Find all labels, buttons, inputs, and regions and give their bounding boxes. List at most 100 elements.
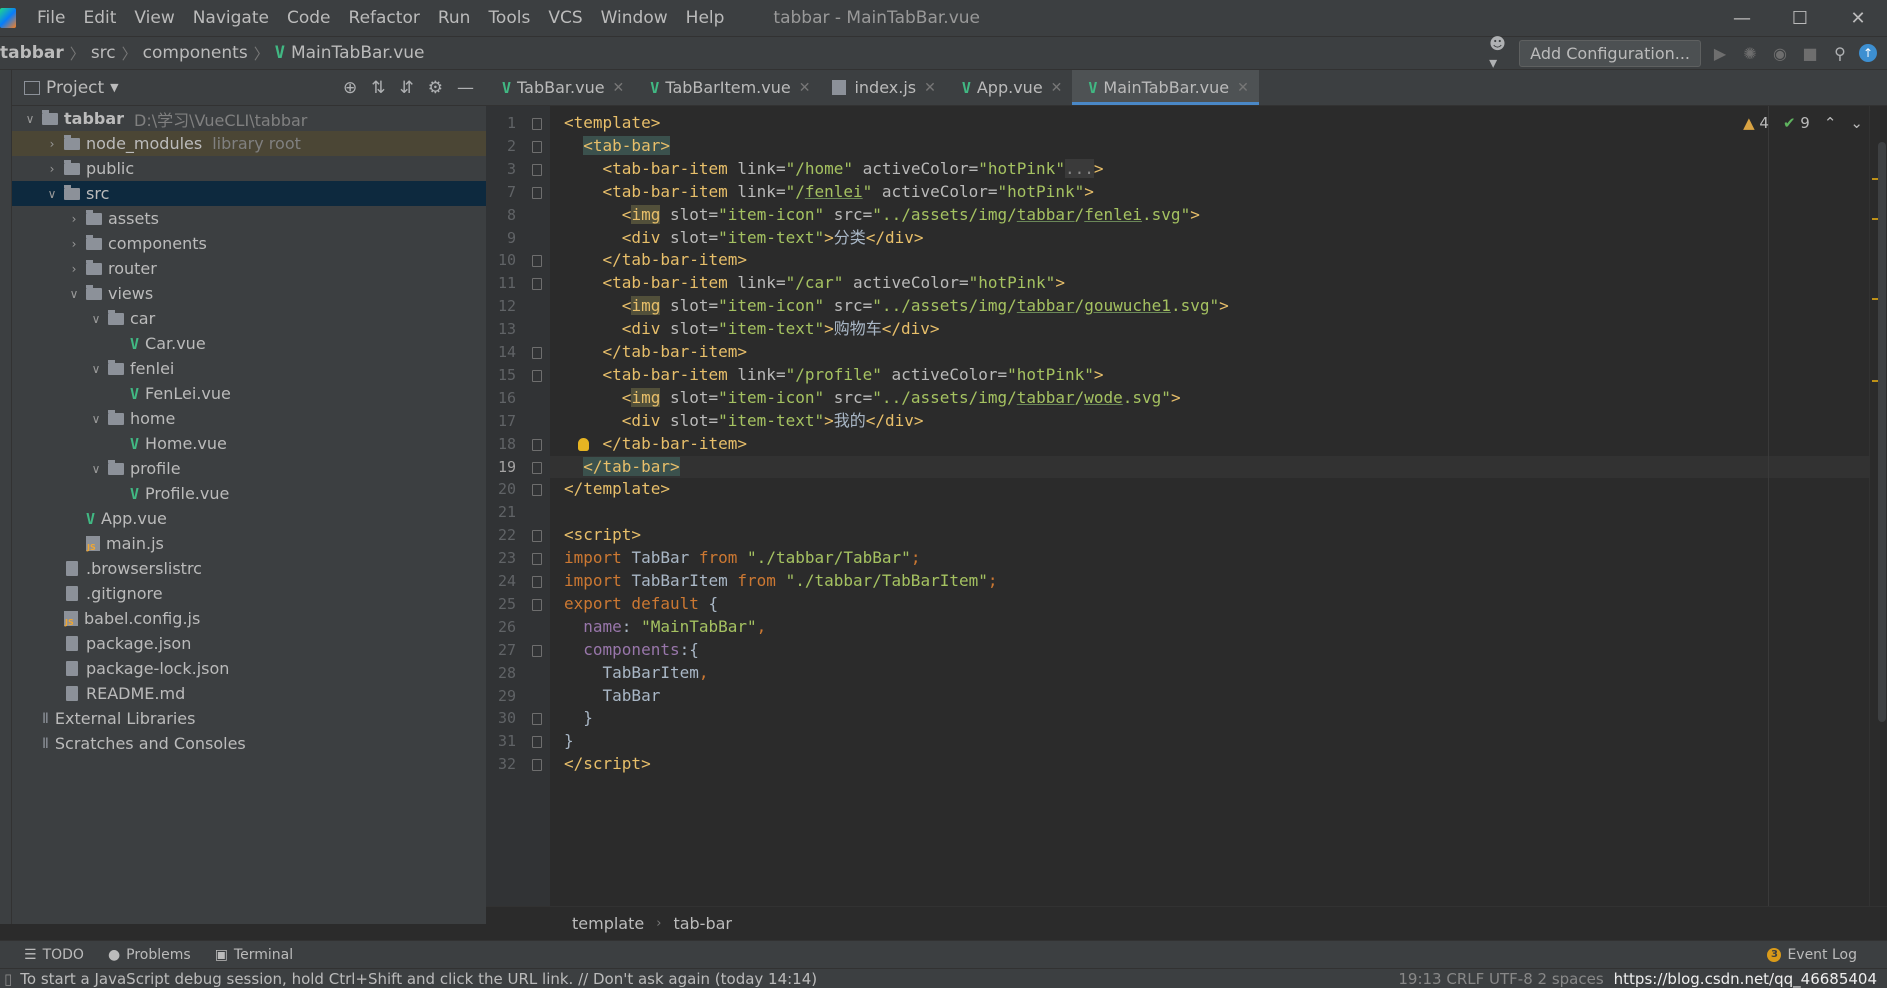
stop-icon[interactable]: ■ — [1799, 42, 1821, 64]
tree-item[interactable]: .gitignore — [12, 581, 486, 606]
tab-index-js[interactable]: index.js ✕ — [820, 70, 945, 105]
nav-crumb-project[interactable]: tabbar — [0, 43, 64, 63]
nav-crumb-file[interactable]: MainTabBar.vue — [291, 43, 425, 63]
tree-item[interactable]: main.js — [12, 531, 486, 556]
run-icon[interactable]: ▶ — [1709, 42, 1731, 64]
tree-item[interactable]: › public — [12, 156, 486, 181]
chevron-right-icon[interactable]: › — [66, 212, 82, 226]
close-tab-icon[interactable]: ✕ — [1051, 80, 1063, 96]
tab-tabbaritem-vue[interactable]: V TabBarItem.vue ✕ — [634, 70, 820, 105]
code-line[interactable]: <template> — [550, 112, 1870, 135]
lightbulb-icon[interactable] — [578, 437, 589, 451]
todo-tool-button[interactable]: ☰ TODO — [24, 947, 84, 963]
fold-marker-icon[interactable] — [532, 278, 542, 291]
code-editor[interactable]: <template> <tab-bar> <tab-bar-item link=… — [550, 106, 1870, 906]
fold-marker-icon[interactable] — [532, 186, 542, 199]
nav-crumb-components[interactable]: components — [143, 43, 248, 63]
nav-crumb-src[interactable]: src — [91, 43, 116, 63]
inspection-widget[interactable]: ▲ 4 ✔ 9 ⌃ ⌄ — [1743, 114, 1863, 132]
fold-marker-icon[interactable] — [532, 461, 542, 474]
code-line[interactable]: </script> — [550, 753, 1870, 776]
code-line[interactable] — [550, 501, 1870, 524]
menu-edit[interactable]: Edit — [74, 8, 125, 28]
tree-item[interactable]: ∨ src — [12, 181, 486, 206]
code-line[interactable]: components:{ — [550, 639, 1870, 662]
chevron-right-icon[interactable]: › — [66, 237, 82, 251]
menu-tools[interactable]: Tools — [479, 8, 539, 28]
tree-item[interactable]: Ⅱ External Libraries — [12, 706, 486, 731]
chevron-right-icon[interactable]: › — [44, 137, 60, 151]
fold-marker-icon[interactable] — [532, 347, 542, 359]
tree-item[interactable]: ∨ car — [12, 306, 486, 331]
code-line[interactable]: <script> — [550, 524, 1870, 547]
tree-item[interactable]: › router — [12, 256, 486, 281]
menu-help[interactable]: Help — [677, 8, 734, 28]
fold-marker-icon[interactable] — [532, 553, 542, 566]
code-line[interactable]: </tab-bar-item> — [550, 249, 1870, 272]
chevron-down-icon[interactable]: ∨ — [88, 362, 104, 376]
minimize-button[interactable]: — — [1713, 8, 1771, 29]
editor-gutter[interactable]: 1 2 3 7 8 9 10 11 12 13 14 15 16 17 18 19 20 21 22 23 24 25 26… — [486, 106, 550, 906]
menu-vcs[interactable]: VCS — [539, 8, 591, 28]
ok-count[interactable]: ✔ 9 — [1783, 114, 1810, 132]
code-line[interactable]: <div slot="item-text">我的</div> — [550, 410, 1870, 433]
tree-item[interactable]: .browserslistrc — [12, 556, 486, 581]
fold-marker-icon[interactable] — [532, 713, 542, 726]
menu-window[interactable]: Window — [592, 8, 677, 28]
tab-maintabbar-vue[interactable]: V MainTabBar.vue ✕ — [1072, 70, 1260, 105]
tree-item[interactable]: V Home.vue — [12, 431, 486, 456]
add-configuration-button[interactable]: Add Configuration... — [1519, 39, 1701, 67]
tree-item[interactable]: V App.vue — [12, 506, 486, 531]
tree-item[interactable]: V Profile.vue — [12, 481, 486, 506]
code-line[interactable]: import TabBarItem from "./tabbar/TabBarI… — [550, 570, 1870, 593]
menu-navigate[interactable]: Navigate — [184, 8, 278, 28]
code-line[interactable]: export default { — [550, 593, 1870, 616]
menu-code[interactable]: Code — [278, 8, 340, 28]
tree-item[interactable]: ∨ fenlei — [12, 356, 486, 381]
fold-marker-icon[interactable] — [532, 644, 542, 657]
fold-marker-icon[interactable] — [532, 438, 542, 451]
tree-item[interactable]: V Car.vue — [12, 331, 486, 356]
tree-item[interactable]: ∨ profile — [12, 456, 486, 481]
chevron-right-icon[interactable]: › — [44, 162, 60, 176]
fold-marker-icon[interactable] — [532, 598, 542, 611]
close-tab-icon[interactable]: ✕ — [1237, 80, 1249, 96]
code-line[interactable]: name: "MainTabBar", — [550, 616, 1870, 639]
fold-marker-icon[interactable] — [532, 118, 542, 130]
chevron-down-icon[interactable]: ∨ — [88, 412, 104, 426]
code-line[interactable]: <img slot="item-icon" src="../assets/img… — [550, 387, 1870, 410]
code-line[interactable]: TabBar — [550, 685, 1870, 708]
close-window-button[interactable]: ✕ — [1829, 8, 1887, 29]
search-icon[interactable]: ⚲ — [1829, 42, 1851, 64]
tree-item[interactable]: ∨ tabbar D:\学习\VueCLI\tabbar — [12, 106, 486, 131]
breadcrumb-template[interactable]: template — [572, 914, 644, 933]
tree-item[interactable]: › assets — [12, 206, 486, 231]
chevron-down-icon[interactable]: ∨ — [66, 287, 82, 301]
tab-app-vue[interactable]: V App.vue ✕ — [946, 70, 1073, 105]
hide-panel-icon[interactable]: — — [457, 78, 474, 98]
warning-count[interactable]: ▲ 4 — [1743, 114, 1769, 132]
maximize-button[interactable]: ☐ — [1771, 8, 1829, 29]
menu-run[interactable]: Run — [429, 8, 480, 28]
tree-item[interactable]: Ⅱ Scratches and Consoles — [12, 731, 486, 756]
fold-marker-icon[interactable] — [532, 759, 542, 772]
fold-marker-icon[interactable] — [532, 484, 542, 497]
code-line[interactable]: <img slot="item-icon" src="../assets/img… — [550, 204, 1870, 227]
chevron-down-icon[interactable]: ∨ — [22, 112, 38, 126]
expand-all-icon[interactable]: ⇅ — [371, 78, 385, 98]
code-line[interactable]: <div slot="item-text">分类</div> — [550, 227, 1870, 250]
project-view-selector[interactable]: Project ▼ — [24, 78, 119, 98]
chevron-down-icon[interactable]: ⌄ — [1850, 114, 1863, 132]
user-account-icon[interactable]: ☻▾ — [1489, 34, 1511, 72]
tab-tabbar-vue[interactable]: V TabBar.vue ✕ — [486, 70, 634, 105]
code-line[interactable]: </tab-bar-item> — [550, 341, 1870, 364]
tree-item[interactable]: › node_modules library root — [12, 131, 486, 156]
code-line[interactable]: } — [550, 707, 1870, 730]
tree-item[interactable]: ∨ views — [12, 281, 486, 306]
code-line[interactable]: TabBarItem, — [550, 662, 1870, 685]
fold-marker-icon[interactable] — [532, 140, 542, 153]
fold-marker-icon[interactable] — [532, 736, 542, 749]
close-tab-icon[interactable]: ✕ — [799, 80, 811, 96]
tree-item[interactable]: ∨ home — [12, 406, 486, 431]
close-tab-icon[interactable]: ✕ — [924, 80, 936, 96]
